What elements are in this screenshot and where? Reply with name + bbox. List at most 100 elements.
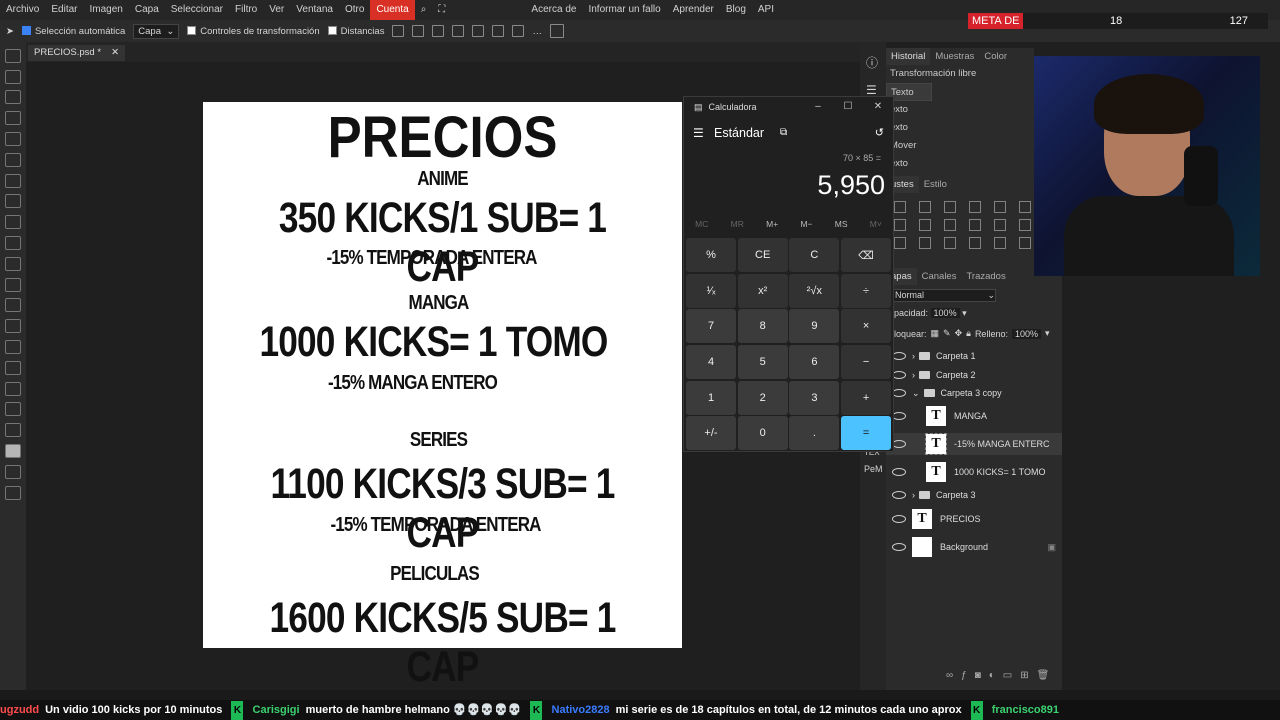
chevron-down-icon[interactable]: ⌄ xyxy=(912,388,920,399)
more-icon[interactable]: … xyxy=(532,26,542,37)
dodge-tool-icon[interactable] xyxy=(5,298,21,313)
lasso-tool-icon[interactable] xyxy=(5,90,21,105)
path-select-tool-icon[interactable] xyxy=(5,360,21,375)
zoom-tool-icon[interactable] xyxy=(5,423,21,438)
clear-entry-button[interactable]: CE xyxy=(737,238,788,272)
eye-icon[interactable] xyxy=(892,412,906,420)
maximize-icon[interactable]: ☐ xyxy=(833,97,863,117)
opacity-input[interactable]: 100% xyxy=(930,308,960,318)
menu-filtro[interactable]: Filtro xyxy=(229,0,263,20)
menu-capa[interactable]: Capa xyxy=(129,0,165,20)
eyedropper-tool-icon[interactable] xyxy=(5,152,21,167)
menu-cuenta[interactable]: Cuenta xyxy=(370,0,415,20)
digit-0-button[interactable]: 0 xyxy=(737,416,788,451)
exposure-icon[interactable] xyxy=(969,201,981,213)
magic-wand-tool-icon[interactable] xyxy=(5,111,21,126)
blur-tool-icon[interactable] xyxy=(5,277,21,292)
info-icon[interactable]: ⓘ xyxy=(866,54,880,71)
layer-item[interactable]: T -15% MANGA ENTERC xyxy=(886,433,1062,455)
side-label-pem[interactable]: PeM xyxy=(864,464,883,474)
photo-filter-icon[interactable] xyxy=(944,219,956,231)
transform-controls-toggle[interactable]: Controles de transformación xyxy=(187,26,320,37)
menu-ventana[interactable]: Ventana xyxy=(290,0,339,20)
menu-editar[interactable]: Editar xyxy=(45,0,83,20)
marquee-tool-icon[interactable] xyxy=(5,69,21,84)
solid-color-icon[interactable] xyxy=(1019,237,1031,249)
menu-aprender[interactable]: Aprender xyxy=(667,0,720,20)
square-button[interactable]: x² xyxy=(737,273,788,308)
digit-7-button[interactable]: 7 xyxy=(686,309,736,344)
align-right-icon[interactable] xyxy=(452,25,465,37)
stamp-tool-icon[interactable] xyxy=(5,215,21,230)
adjustment-layer-icon[interactable]: ◐ xyxy=(989,670,995,681)
menu-api[interactable]: API xyxy=(752,0,780,20)
decimal-button[interactable]: . xyxy=(789,416,840,451)
distances-toggle[interactable]: Distancias xyxy=(327,26,384,37)
menu-seleccionar[interactable]: Seleccionar xyxy=(165,0,229,20)
chevron-down-icon[interactable]: ▾ xyxy=(962,308,967,318)
move-tool-icon[interactable]: ➤ xyxy=(6,26,14,37)
menu-ver[interactable]: Ver xyxy=(263,0,290,20)
new-group-icon[interactable]: ▭ xyxy=(1003,670,1012,681)
menu-informar[interactable]: Informar un fallo xyxy=(582,0,666,20)
tab-trazados[interactable]: Trazados xyxy=(961,268,1010,285)
distribute-icon[interactable] xyxy=(492,25,505,37)
digit-8-button[interactable]: 8 xyxy=(737,309,788,344)
layer-item[interactable]: T MANGA xyxy=(886,405,1062,427)
pen-tool-icon[interactable] xyxy=(5,339,21,354)
digit-6-button[interactable]: 6 xyxy=(789,345,840,380)
color-swatch-icon[interactable] xyxy=(5,443,21,458)
hue-icon[interactable] xyxy=(1019,201,1031,213)
lookup-icon[interactable] xyxy=(969,237,981,249)
negate-button[interactable]: +/- xyxy=(686,416,736,451)
grid-icon[interactable] xyxy=(549,24,564,38)
subtract-button[interactable]: − xyxy=(841,345,892,380)
brightness-icon[interactable] xyxy=(894,201,906,213)
equals-button[interactable]: = xyxy=(841,416,892,451)
layer-item[interactable]: › Carpeta 3 xyxy=(886,484,1062,506)
sqrt-button[interactable]: ²√x xyxy=(789,273,840,308)
eye-icon[interactable] xyxy=(892,515,906,523)
bucket-tool-icon[interactable] xyxy=(5,256,21,271)
tab-color[interactable]: Color xyxy=(979,48,1012,65)
digit-2-button[interactable]: 2 xyxy=(737,380,788,415)
multiply-button[interactable]: × xyxy=(841,309,892,344)
eye-icon[interactable] xyxy=(892,491,906,499)
tab-estilo[interactable]: Estilo xyxy=(919,176,952,193)
eraser-tool-icon[interactable] xyxy=(5,235,21,250)
history-item[interactable]: exto xyxy=(886,155,1034,173)
fill-input[interactable]: 100% xyxy=(1011,328,1041,339)
reciprocal-button[interactable]: ¹⁄ₓ xyxy=(686,273,736,308)
menu-acerca[interactable]: Acerca de xyxy=(525,0,582,20)
healing-tool-icon[interactable] xyxy=(5,173,21,188)
posterize-icon[interactable] xyxy=(1019,219,1031,231)
black-white-icon[interactable] xyxy=(919,219,931,231)
lock-pixels-icon[interactable]: ✎ xyxy=(943,328,951,339)
layer-item[interactable]: ⌄ Carpeta 3 copy xyxy=(886,382,1062,404)
eye-icon[interactable] xyxy=(892,371,906,379)
clear-button[interactable]: C xyxy=(789,238,840,272)
divide-button[interactable]: ÷ xyxy=(841,273,892,308)
digit-5-button[interactable]: 5 xyxy=(737,345,788,380)
align-center-icon[interactable] xyxy=(432,25,445,37)
chevron-right-icon[interactable]: › xyxy=(912,490,915,500)
chevron-right-icon[interactable]: › xyxy=(912,351,915,361)
tab-muestras[interactable]: Muestras xyxy=(930,48,979,65)
backspace-button[interactable]: ⌫ xyxy=(841,238,892,272)
threshold-icon[interactable] xyxy=(894,237,906,249)
layer-item[interactable]: T 1000 KICKS= 1 TOMO xyxy=(886,461,1062,483)
digit-3-button[interactable]: 3 xyxy=(789,380,840,415)
document-canvas[interactable]: PRECIOS ANIME 350 KICKS/1 SUB= 1 CAP -15… xyxy=(203,102,682,691)
close-icon[interactable]: ✕ xyxy=(863,97,893,117)
document-tab[interactable]: PRECIOS.psd * ✕ xyxy=(28,45,126,61)
move-tool-icon[interactable] xyxy=(5,48,21,63)
selective-color-icon[interactable] xyxy=(944,237,956,249)
lock-transparency-icon[interactable]: ▦ xyxy=(931,328,940,339)
crop-tool-icon[interactable] xyxy=(5,131,21,146)
align-top-icon[interactable] xyxy=(472,25,485,37)
auto-select-toggle[interactable]: Selección automática xyxy=(21,26,125,37)
history-icon[interactable]: ↺ xyxy=(875,126,884,139)
mask-icon[interactable]: ◙ xyxy=(975,670,981,681)
digit-4-button[interactable]: 4 xyxy=(686,345,736,380)
vibrance-icon[interactable] xyxy=(994,201,1006,213)
